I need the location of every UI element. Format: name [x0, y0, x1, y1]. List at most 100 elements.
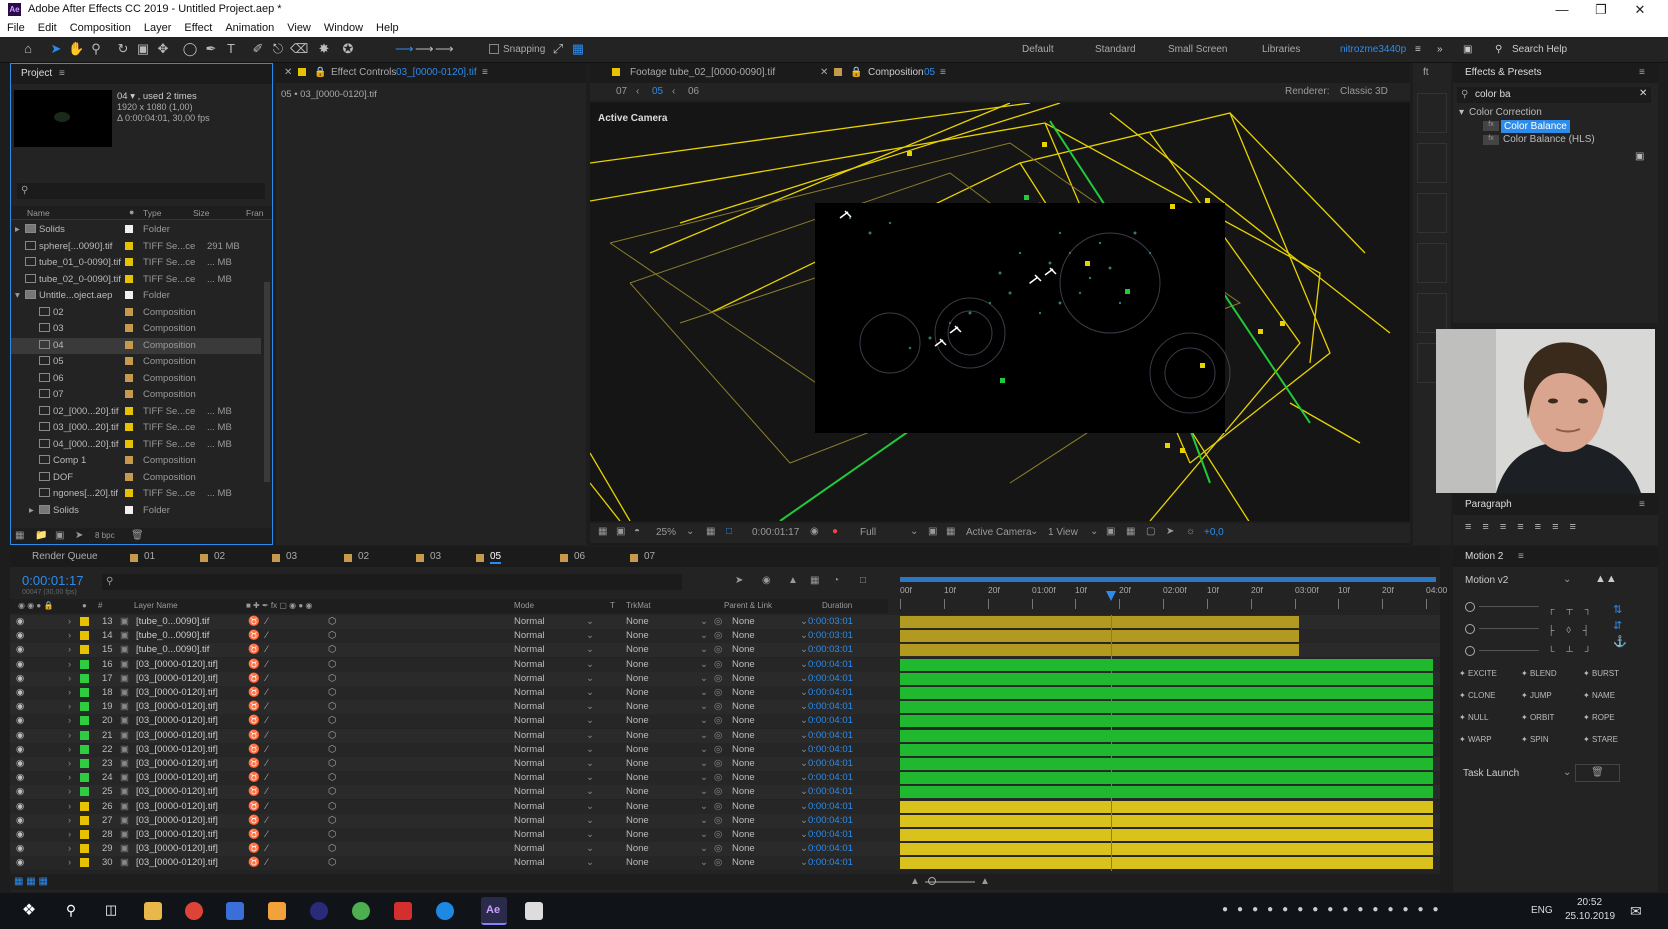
layer-duration[interactable]: 0:00:04:01: [808, 857, 853, 868]
layer-3d-switch-icon[interactable]: ⬡: [328, 644, 336, 655]
layer-shy-switch-icon[interactable]: ♉: [248, 815, 260, 826]
layer-duration-bar[interactable]: [900, 814, 1433, 827]
project-item[interactable]: 07 Composition: [11, 387, 261, 403]
project-item[interactable]: ngones[...20].tif TIFF Se...ce ... MB: [11, 486, 261, 502]
folder-toggle-icon[interactable]: ▾: [15, 290, 20, 301]
layer-shy-switch-icon[interactable]: ♉: [248, 758, 260, 769]
layer-3d-switch-icon[interactable]: ⬡: [328, 630, 336, 641]
layer-duration[interactable]: 0:00:04:01: [808, 801, 853, 812]
project-search-input[interactable]: ⚲: [17, 183, 265, 199]
parent-pickwhip-icon[interactable]: ◎: [714, 857, 722, 868]
parent-dropdown-icon[interactable]: ⌄: [800, 786, 808, 797]
expand-layer-icon[interactable]: ›: [68, 815, 71, 826]
parent-dropdown-icon[interactable]: ⌄: [800, 701, 808, 712]
trkmat-dropdown-icon[interactable]: ⌄: [700, 815, 708, 826]
layer-mode-select[interactable]: Normal: [514, 644, 545, 655]
slider-knob-1[interactable]: [1465, 602, 1475, 612]
trkmat-dropdown-icon[interactable]: ⌄: [700, 772, 708, 783]
trkmat-dropdown-icon[interactable]: ⌄: [700, 801, 708, 812]
layer-name[interactable]: [03_[0000-0120].tif]: [136, 715, 218, 726]
layer-3d-switch-icon[interactable]: ⬡: [328, 744, 336, 755]
trkmat-dropdown-icon[interactable]: ⌄: [700, 644, 708, 655]
comp-tab-02[interactable]: 02: [214, 551, 225, 562]
zoom-slider-knob[interactable]: [928, 877, 936, 885]
category-expand-icon[interactable]: ▾: [1459, 107, 1464, 118]
footage-tab[interactable]: Footage tube_02_[0000-0090].tif: [630, 67, 775, 78]
layer-3d-switch-icon[interactable]: ⬡: [328, 829, 336, 840]
layer-quality-switch-icon[interactable]: ∕: [266, 772, 268, 783]
expand-layer-icon[interactable]: ›: [68, 616, 71, 627]
layer-name[interactable]: [03_[0000-0120].tif]: [136, 843, 218, 854]
layer-label-swatch[interactable]: [80, 744, 89, 754]
label-swatch[interactable]: [125, 505, 133, 514]
viewer-timecode[interactable]: 0:00:01:17: [752, 527, 799, 538]
clock-date[interactable]: 25.10.2019: [1565, 911, 1615, 922]
layer-parent-select[interactable]: None: [732, 715, 755, 726]
layer-parent-select[interactable]: None: [732, 758, 755, 769]
trkmat-dropdown-icon[interactable]: ⌄: [700, 616, 708, 627]
trkmat-dropdown-icon[interactable]: ⌄: [700, 843, 708, 854]
layer-row[interactable]: ◉ › 20 ▣ [03_[0000-0120].tif] ♉ ∕ ⬡ Normal ⌄ None ⌄…: [10, 714, 1440, 729]
layer-mode-select[interactable]: Normal: [514, 659, 545, 670]
view-layout-select[interactable]: 1 View: [1048, 527, 1078, 538]
layer-shy-switch-icon[interactable]: ♉: [248, 772, 260, 783]
layer-name[interactable]: [03_[0000-0120].tif]: [136, 857, 218, 868]
workspace-small-screen[interactable]: Small Screen: [1168, 44, 1227, 55]
layer-name[interactable]: [03_[0000-0120].tif]: [136, 659, 218, 670]
layer-label-swatch[interactable]: [80, 631, 89, 641]
label-swatch[interactable]: [125, 423, 133, 431]
expand-layer-icon[interactable]: ›: [68, 630, 71, 641]
parent-dropdown-icon[interactable]: ⌄: [800, 687, 808, 698]
layer-3d-switch-icon[interactable]: ⬡: [328, 786, 336, 797]
layer-duration[interactable]: 0:00:04:01: [808, 758, 853, 769]
layer-shy-switch-icon[interactable]: ♉: [248, 701, 260, 712]
layer-mode-select[interactable]: Normal: [514, 715, 545, 726]
app-red-icon[interactable]: [394, 902, 412, 920]
layer-parent-select[interactable]: None: [732, 843, 755, 854]
motion-blur-icon[interactable]: ◔: [833, 575, 839, 586]
snap-options-icon[interactable]: ⤢: [550, 41, 566, 57]
layer-3d-switch-icon[interactable]: ⬡: [328, 758, 336, 769]
layer-duration-bar[interactable]: [900, 829, 1433, 841]
parent-dropdown-icon[interactable]: ⌄: [800, 715, 808, 726]
workspace-menu-icon[interactable]: ≡: [1415, 44, 1421, 55]
layer-trkmat-select[interactable]: None: [626, 630, 649, 641]
layer-quality-switch-icon[interactable]: ∕: [266, 630, 268, 641]
layer-mode-select[interactable]: Normal: [514, 744, 545, 755]
mode-dropdown-icon[interactable]: ⌄: [586, 744, 594, 755]
layer-parent-select[interactable]: None: [732, 857, 755, 868]
col-duration[interactable]: Duration: [822, 601, 852, 610]
camera-tool-icon[interactable]: ▣: [135, 41, 151, 57]
project-item[interactable]: 03_[000...20].tif TIFF Se...ce ... MB: [11, 420, 261, 436]
layer-parent-select[interactable]: None: [732, 630, 755, 641]
expand-layer-icon[interactable]: ›: [68, 758, 71, 769]
layer-3d-switch-icon[interactable]: ⬡: [328, 673, 336, 684]
layer-parent-select[interactable]: None: [732, 644, 755, 655]
layer-parent-select[interactable]: None: [732, 815, 755, 826]
ellipse-tool-icon[interactable]: ◯: [182, 41, 198, 57]
expand-layer-icon[interactable]: ›: [68, 730, 71, 741]
new-folder-icon[interactable]: 📁: [35, 530, 47, 541]
zoom-out-icon[interactable]: ▲: [910, 876, 920, 887]
notifications-icon[interactable]: ✉: [1630, 903, 1642, 920]
layer-duration[interactable]: 0:00:04:01: [808, 715, 853, 726]
type-tool-icon[interactable]: T: [223, 41, 239, 57]
layer-label-swatch[interactable]: [80, 815, 89, 825]
parent-pickwhip-icon[interactable]: ◎: [714, 744, 722, 755]
project-item[interactable]: 02 Composition: [11, 305, 261, 321]
trkmat-dropdown-icon[interactable]: ⌄: [700, 701, 708, 712]
mode-dropdown-icon[interactable]: ⌄: [586, 801, 594, 812]
parent-pickwhip-icon[interactable]: ◎: [714, 673, 722, 684]
exposure-value[interactable]: +0,0: [1204, 527, 1224, 538]
layer-trkmat-select[interactable]: None: [626, 715, 649, 726]
effect-controls-menu-icon[interactable]: ≡: [482, 67, 488, 78]
layer-name[interactable]: [tube_0...0090].tif: [136, 644, 209, 655]
menu-animation[interactable]: Animation: [218, 20, 280, 34]
app-shield-icon[interactable]: [352, 902, 370, 920]
new-comp-icon[interactable]: ▣: [55, 530, 64, 541]
layer-row[interactable]: ◉ › 14 ▣ [tube_0...0090].tif ♉ ∕ ⬡ Normal ⌄ None ⌄ ◎…: [10, 629, 1440, 644]
layer-mode-select[interactable]: Normal: [514, 687, 545, 698]
label-swatch[interactable]: [125, 357, 133, 365]
layer-duration-bar[interactable]: [900, 743, 1433, 756]
work-area-bar[interactable]: [900, 577, 1436, 582]
